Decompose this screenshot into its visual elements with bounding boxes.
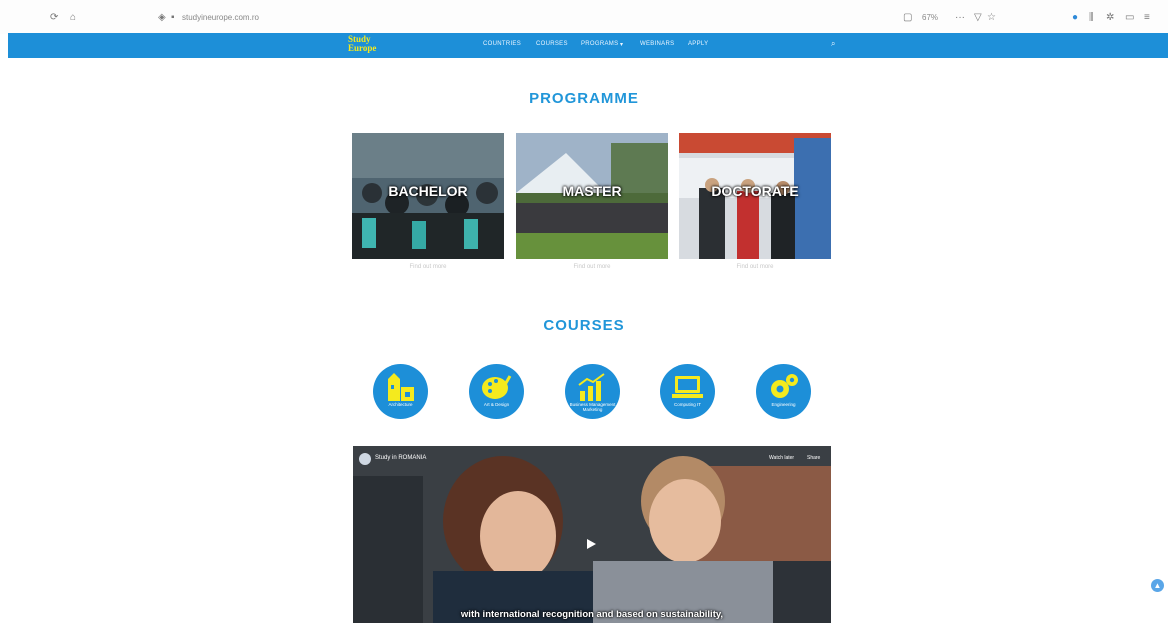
bookmark-star-icon[interactable]: ☆ (987, 12, 996, 23)
extension-icon[interactable]: ● (1072, 12, 1078, 23)
course-business[interactable]: Business Management Marketing (565, 364, 620, 419)
course-label-engineering: Engineering (771, 402, 796, 407)
menu-icon[interactable]: ≡ (1144, 12, 1150, 23)
course-architecture[interactable]: Architecture (373, 364, 428, 419)
video-frame (353, 446, 831, 623)
buildings-icon (388, 373, 414, 401)
reload-icon[interactable]: ⟳ (50, 12, 58, 23)
programme-sub-master[interactable]: Find out more (516, 264, 668, 270)
gears-icon (771, 374, 798, 398)
video-caption: with international recognition and based… (460, 609, 724, 620)
channel-avatar[interactable] (359, 453, 371, 465)
lock-icon: ▪ (171, 12, 175, 23)
logo-line-2: Europe (348, 43, 377, 53)
course-art-design[interactable]: Art & Design (469, 364, 524, 419)
programme-card-bachelor[interactable]: BACHELOR (352, 133, 504, 259)
watch-later-button[interactable]: Watch later (769, 455, 794, 461)
library-icon[interactable]: ⫼ (1089, 12, 1094, 23)
address-bar[interactable]: studyineurope.com.ro (182, 13, 502, 23)
programme-label-master: MASTER (562, 183, 622, 199)
programme-card-master[interactable]: MASTER (516, 133, 668, 259)
zoom-level[interactable]: 67% (922, 13, 938, 22)
course-computing[interactable]: Computing IT (660, 364, 715, 419)
video-player[interactable]: Study in ROMANIA Watch later Share with … (353, 446, 831, 623)
nav-apply[interactable]: APPLY (688, 41, 708, 47)
shield-icon[interactable]: ◈ (158, 12, 166, 23)
nav-programs[interactable]: PROGRAMS (581, 41, 618, 47)
courses-title: COURSES (543, 317, 625, 334)
scroll-top-button[interactable]: ▲ (1151, 579, 1164, 592)
pocket-icon[interactable]: ▽ (974, 12, 982, 23)
programme-title: PROGRAMME (529, 90, 639, 107)
chart-icon (578, 373, 605, 401)
programme-label-doctorate: DOCTORATE (711, 183, 799, 199)
nav-courses[interactable]: COURSES (536, 41, 568, 47)
browser-toolbar: ⟳ ⌂ ◈ ▪ studyineurope.com.ro ▢ 67% ··· ▽… (0, 0, 1168, 34)
programme-label-bachelor: BACHELOR (388, 183, 468, 199)
video-channel-title[interactable]: Study in ROMANIA (375, 455, 426, 461)
programme-card-doctorate[interactable]: DOCTORATE (679, 133, 831, 259)
programme-sub-bachelor[interactable]: Find out more (352, 264, 504, 270)
course-engineering[interactable]: Engineering (756, 364, 811, 419)
laptop-icon (672, 376, 703, 398)
reader-view-icon[interactable]: ▢ (903, 12, 912, 23)
course-label-architecture: Architecture (388, 402, 413, 407)
programme-sub-doctorate[interactable]: Find out more (679, 264, 831, 270)
nav-programs-caret-icon[interactable]: ▾ (620, 41, 623, 48)
palette-icon (482, 375, 512, 399)
share-button[interactable]: Share (807, 455, 820, 461)
nav-countries[interactable]: COUNTRIES (483, 41, 521, 47)
site-navbar: Study Europe COUNTRIES COURSES PROGRAMS … (8, 33, 1168, 58)
course-label-business: Business Management Marketing (569, 402, 616, 412)
arrow-up-icon: ▲ (1153, 581, 1162, 590)
play-icon[interactable] (585, 538, 597, 550)
sidebar-icon[interactable]: ▭ (1125, 12, 1134, 23)
course-label-computing: Computing IT (673, 402, 701, 407)
nav-webinars[interactable]: WEBINARS (640, 41, 674, 47)
settings-icon[interactable]: ✲ (1106, 12, 1114, 23)
more-icon[interactable]: ··· (955, 12, 965, 23)
course-label-art-design: Art & Design (483, 402, 510, 407)
home-icon[interactable]: ⌂ (70, 12, 76, 23)
search-icon[interactable]: ⌕ (831, 39, 835, 49)
site-logo[interactable]: Study Europe (348, 35, 388, 57)
